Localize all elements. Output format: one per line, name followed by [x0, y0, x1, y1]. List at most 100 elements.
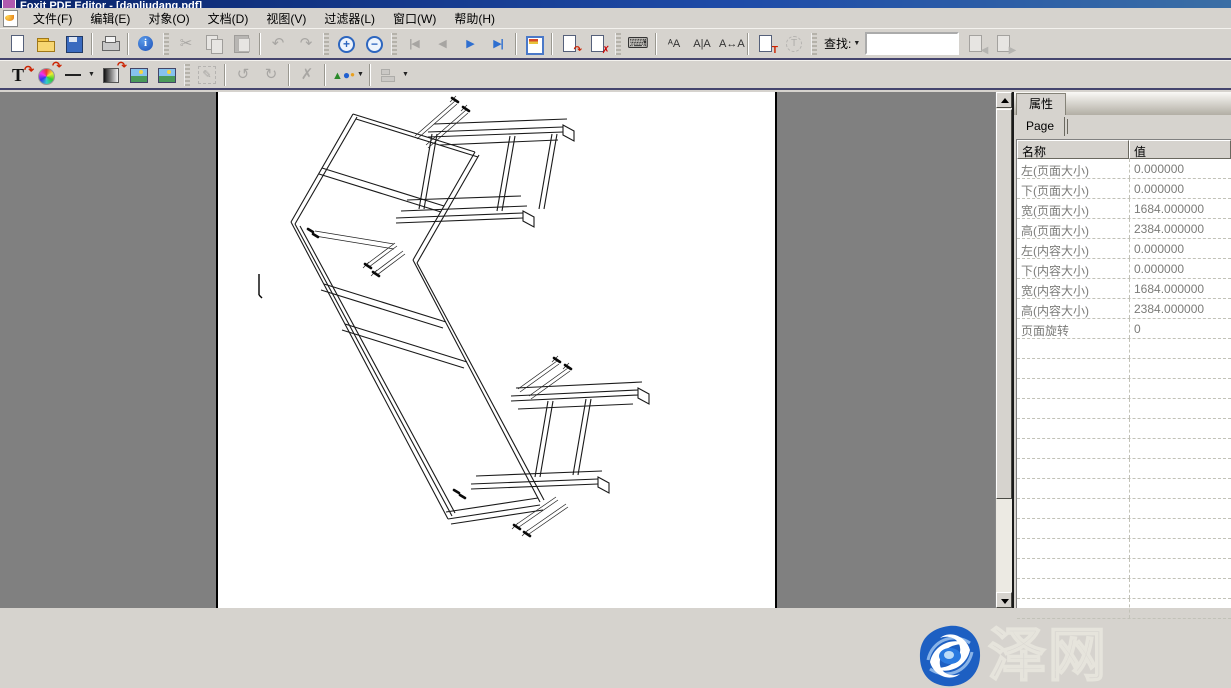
edit-image-button[interactable]	[126, 63, 152, 87]
line-style-button[interactable]	[61, 63, 87, 87]
property-row-8[interactable]: 页面旋转0	[1017, 319, 1231, 339]
menu-window[interactable]: 窗口(W)	[384, 8, 445, 29]
menu-filter[interactable]: 过滤器(L)	[315, 8, 384, 29]
redo-icon: ↷	[295, 33, 317, 55]
empty-row	[1017, 359, 1231, 379]
hex-editor-button[interactable]: ⌨	[625, 32, 651, 56]
property-row-7[interactable]: 高(内容大小)2384.000000	[1017, 299, 1231, 319]
document-canvas-area[interactable]: 属性 Page 名称 值 左(页面大小)0.000000下(页面大小)0.000…	[0, 92, 1231, 608]
document-info-button[interactable]	[133, 32, 159, 56]
property-value[interactable]: 0.000000	[1129, 179, 1231, 198]
property-row-5[interactable]: 下(内容大小)0.000000	[1017, 259, 1231, 279]
print-button[interactable]	[97, 32, 123, 56]
zoom-out-icon	[363, 33, 385, 55]
menu-view[interactable]: 视图(V)	[257, 8, 315, 29]
insert-text-button[interactable]: T	[753, 32, 779, 56]
menu-object[interactable]: 对象(O)	[139, 8, 198, 29]
menu-bar: 文件(F)编辑(E)对象(O)文档(D)视图(V)过滤器(L)窗口(W)帮助(H…	[0, 8, 1231, 29]
last-page-icon: ▶|	[487, 33, 509, 55]
properties-panel-header: 属性	[1014, 92, 1231, 115]
empty-row	[1017, 519, 1231, 539]
zoom-out-button[interactable]	[361, 32, 387, 56]
empty-row	[1017, 439, 1231, 459]
text-circle-tool-button	[781, 32, 807, 56]
toolbar-drag-handle[interactable]	[615, 33, 621, 55]
property-row-6[interactable]: 宽(内容大小)1684.000000	[1017, 279, 1231, 299]
page-thumbnails-button[interactable]	[521, 32, 547, 56]
property-name: 高(内容大小)	[1017, 299, 1129, 318]
property-name	[1017, 579, 1129, 598]
condense-text-button[interactable]: A|A	[689, 32, 715, 56]
toolbar-drag-handle[interactable]	[323, 33, 329, 55]
add-text-object-button[interactable]: T	[5, 63, 31, 87]
font-size-button[interactable]: ᴬA	[661, 32, 687, 56]
column-header-value[interactable]: 值	[1129, 140, 1231, 159]
property-row-3[interactable]: 高(页面大小)2384.000000	[1017, 219, 1231, 239]
add-image-button[interactable]	[154, 63, 180, 87]
scroll-down-button[interactable]	[996, 592, 1012, 608]
insert-shapes-button[interactable]: ▲●●	[330, 63, 356, 87]
cut-button: ✂	[173, 32, 199, 56]
property-row-1[interactable]: 下(页面大小)0.000000	[1017, 179, 1231, 199]
property-value[interactable]: 1684.000000	[1129, 199, 1231, 218]
find-input[interactable]	[865, 32, 959, 55]
color-picker-button[interactable]	[33, 63, 59, 87]
property-value[interactable]: 0.000000	[1129, 239, 1231, 258]
toolbar-drag-handle[interactable]	[391, 33, 397, 55]
scrollbar-thumb[interactable]	[996, 109, 1012, 499]
insert-shapes-icon: ▲●●	[332, 64, 354, 86]
up-arrow-icon	[1001, 98, 1009, 103]
object-toolbar: T▼↺↻✗▲●●▼▼	[0, 60, 1231, 90]
tab-page[interactable]: Page	[1016, 117, 1065, 136]
rotate-page-button[interactable]: ↷	[557, 32, 583, 56]
last-page-button[interactable]: ▶|	[485, 32, 511, 56]
copy-icon	[203, 33, 225, 55]
new-document-button[interactable]	[5, 32, 31, 56]
expand-text-button[interactable]: A↔A	[717, 32, 743, 56]
property-value	[1129, 339, 1231, 358]
dropdown-arrow[interactable]: ▼	[86, 71, 97, 78]
column-header-name[interactable]: 名称	[1017, 140, 1129, 159]
property-value[interactable]: 0	[1129, 319, 1231, 338]
zoom-in-button[interactable]	[333, 32, 359, 56]
next-page-button[interactable]: ▶	[457, 32, 483, 56]
toolbar-separator	[369, 64, 371, 86]
toolbar-separator	[515, 33, 517, 55]
fill-gradient-button[interactable]	[98, 63, 124, 87]
toolbar-drag-handle[interactable]	[163, 33, 169, 55]
property-name	[1017, 439, 1129, 458]
menu-edit[interactable]: 编辑(E)	[81, 8, 139, 29]
menu-document[interactable]: 文档(D)	[199, 8, 258, 29]
properties-table-header: 名称 值	[1017, 140, 1231, 159]
vertical-scrollbar[interactable]	[995, 92, 1013, 608]
pdf-page[interactable]	[216, 92, 777, 608]
menu-help[interactable]: 帮助(H)	[445, 8, 504, 29]
property-row-4[interactable]: 左(内容大小)0.000000	[1017, 239, 1231, 259]
dropdown-arrow[interactable]: ▼	[851, 40, 862, 47]
delete-page-button[interactable]: ✗	[585, 32, 611, 56]
dropdown-arrow[interactable]: ▼	[355, 71, 366, 78]
property-name	[1017, 559, 1129, 578]
property-name	[1017, 359, 1129, 378]
properties-tab[interactable]: 属性	[1016, 93, 1066, 115]
rotate-object-right-button: ↻	[258, 63, 284, 87]
property-value[interactable]: 0.000000	[1129, 159, 1231, 178]
property-row-2[interactable]: 宽(页面大小)1684.000000	[1017, 199, 1231, 219]
toolbar-drag-handle[interactable]	[184, 64, 190, 86]
scroll-up-button[interactable]	[996, 92, 1012, 108]
property-value[interactable]: 1684.000000	[1129, 279, 1231, 298]
property-value[interactable]: 2384.000000	[1129, 219, 1231, 238]
property-value[interactable]: 2384.000000	[1129, 299, 1231, 318]
property-value[interactable]: 0.000000	[1129, 259, 1231, 278]
save-document-button[interactable]	[61, 32, 87, 56]
document-window-icon[interactable]	[3, 10, 18, 27]
menu-file[interactable]: 文件(F)	[24, 8, 81, 29]
zoom-in-icon	[335, 33, 357, 55]
property-row-0[interactable]: 左(页面大小)0.000000	[1017, 159, 1231, 179]
toolbar-drag-handle[interactable]	[811, 33, 817, 55]
dropdown-arrow[interactable]: ▼	[400, 71, 411, 78]
open-document-button[interactable]	[33, 32, 59, 56]
property-name	[1017, 419, 1129, 438]
empty-row	[1017, 419, 1231, 439]
empty-row	[1017, 499, 1231, 519]
